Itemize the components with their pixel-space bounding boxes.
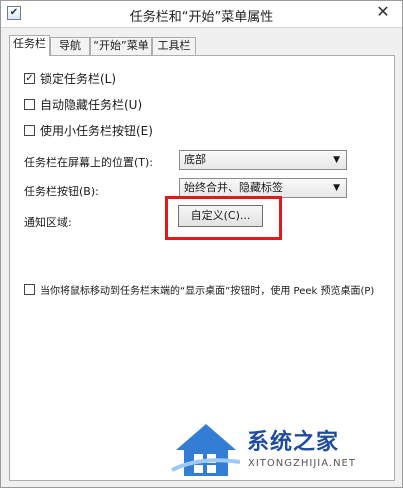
chevron-down-icon: ▼ [333, 183, 340, 193]
watermark-url: XITONGZHIJIA.NET [248, 458, 356, 469]
house-logo-icon [171, 424, 241, 476]
title-bar[interactable]: ✔ 任务栏和“开始”菜单属性 ✕ [1, 1, 402, 28]
autohide-option[interactable]: 自动隐藏任务栏(U) [24, 96, 142, 112]
small-buttons-checkbox[interactable] [24, 124, 35, 136]
peek-label: 当你将鼠标移动到任务栏末端的“显示桌面”按钮时，使用 Peek 预览桌面(P) [40, 285, 375, 297]
position-select[interactable]: 底部 ▼ [179, 150, 347, 170]
autohide-label: 自动隐藏任务栏(U) [40, 97, 143, 112]
small-buttons-option[interactable]: 使用小任务栏按钮(E) [24, 122, 153, 138]
lock-taskbar-option[interactable]: ✓ 锁定任务栏(L) [24, 70, 116, 86]
peek-checkbox[interactable] [24, 283, 35, 295]
position-value: 底部 [184, 153, 206, 166]
position-label: 任务栏在屏幕上的位置(T): [24, 156, 154, 169]
taskbar-buttons-select[interactable]: 始终合并、隐藏标签 ▼ [179, 178, 347, 198]
customize-button[interactable]: 自定义(C)... [178, 205, 263, 227]
window-title: 任务栏和“开始”菜单属性 [129, 10, 274, 25]
tab-toolbars[interactable]: 工具栏 [152, 37, 196, 55]
watermark-text: 系统之家 [247, 430, 340, 455]
tab-start-menu[interactable]: “开始”菜单 [90, 37, 152, 55]
chevron-down-icon: ▼ [333, 155, 340, 165]
lock-taskbar-checkbox[interactable]: ✓ [24, 72, 35, 84]
peek-option[interactable]: 当你将鼠标移动到任务栏末端的“显示桌面”按钮时，使用 Peek 预览桌面(P) [24, 281, 374, 297]
taskbar-buttons-value: 始终合并、隐藏标签 [184, 181, 283, 194]
tab-taskbar[interactable]: 任务栏 [9, 35, 50, 56]
small-buttons-label: 使用小任务栏按钮(E) [40, 123, 153, 138]
notification-area-label: 通知区域: [24, 216, 72, 229]
taskbar-buttons-label: 任务栏按钮(B): [24, 185, 99, 198]
close-button[interactable]: ✕ [368, 2, 398, 22]
lock-taskbar-label: 锁定任务栏(L) [40, 71, 117, 86]
autohide-checkbox[interactable] [24, 98, 35, 110]
watermark: 系统之家 XITONGZHIJIA.NET [170, 412, 400, 488]
tab-navigation[interactable]: 导航 [50, 37, 90, 55]
